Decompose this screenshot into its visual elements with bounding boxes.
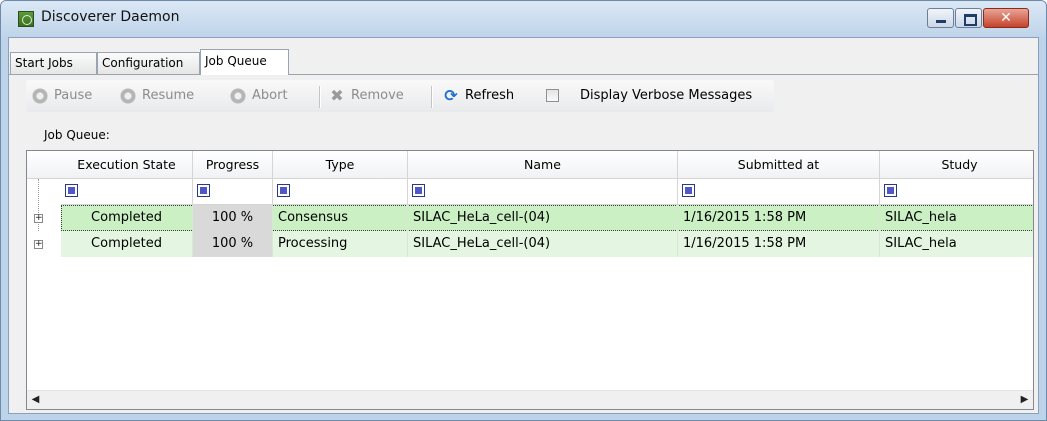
toolbar-separator: [319, 86, 321, 108]
window-title: Discoverer Daemon: [41, 9, 180, 25]
abort-label: Abort: [252, 88, 288, 103]
pause-button[interactable]: Pause: [32, 80, 92, 112]
remove-button[interactable]: ✖ Remove: [329, 80, 404, 112]
tab-strip-border: [9, 74, 1038, 75]
refresh-label: Refresh: [465, 88, 515, 103]
horizontal-scrollbar[interactable]: ◀ ▶: [27, 390, 1033, 409]
filter-icon[interactable]: [197, 184, 210, 197]
verbose-checkbox[interactable]: [546, 89, 559, 102]
toolbar: Pause Resume Abort ✖ Remove ⟳ Refresh Disp…: [26, 80, 774, 112]
cell-submitted-at: 1/16/2015 1:58 PM: [678, 205, 880, 231]
arrow-right-icon[interactable]: ▶: [1016, 391, 1033, 408]
client-area: Start Jobs Configuration Job Queue Pause…: [8, 37, 1039, 414]
resume-label: Resume: [142, 88, 195, 103]
title-bar[interactable]: Discoverer Daemon ✕: [1, 1, 1046, 37]
tree-connector: [38, 179, 39, 231]
gear-icon: [32, 87, 48, 104]
filter-cell-submitted-at[interactable]: [678, 179, 880, 205]
cell-execution-state: Completed: [61, 231, 193, 257]
filter-icon[interactable]: [682, 184, 695, 197]
job-queue-grid[interactable]: Execution State Progress Type Name Submi…: [26, 150, 1034, 410]
cell-progress: 100 %: [193, 205, 273, 231]
app-icon: [18, 11, 34, 27]
expand-row-icon[interactable]: +: [34, 214, 43, 223]
cell-progress: 100 %: [193, 231, 273, 257]
job-queue-label: Job Queue:: [44, 128, 110, 142]
cell-study: SILAC_hela: [880, 205, 1033, 231]
filter-icon[interactable]: [277, 184, 290, 197]
filter-cell-name[interactable]: [408, 179, 678, 205]
filter-icon[interactable]: [412, 184, 425, 197]
refresh-icon: ⟳: [444, 85, 458, 105]
cell-name: SILAC_HeLa_cell-(04): [408, 205, 678, 231]
gear-icon: [230, 87, 246, 104]
maximize-button[interactable]: [955, 8, 982, 28]
cell-name: SILAC_HeLa_cell-(04): [408, 231, 678, 257]
expand-row-icon[interactable]: +: [34, 240, 43, 249]
cell-type: Consensus: [273, 205, 408, 231]
column-header-progress[interactable]: Progress: [193, 151, 273, 179]
table-row[interactable]: Completed 100 % Processing SILAC_HeLa_ce…: [61, 231, 1033, 257]
verbose-label[interactable]: Display Verbose Messages: [580, 80, 752, 112]
filter-icon[interactable]: [65, 184, 78, 197]
minimize-button[interactable]: [927, 8, 954, 28]
filter-icon[interactable]: [884, 184, 897, 197]
refresh-button[interactable]: ⟳ Refresh: [443, 80, 514, 112]
row-indicator-header: [27, 151, 61, 179]
cell-submitted-at: 1/16/2015 1:58 PM: [678, 231, 880, 257]
filter-cell-type[interactable]: [273, 179, 408, 205]
column-header-submitted-at[interactable]: Submitted at: [678, 151, 880, 179]
gear-icon: [120, 87, 136, 104]
x-icon: ✖: [330, 85, 344, 105]
tab-configuration[interactable]: Configuration: [97, 52, 200, 74]
close-button[interactable]: ✕: [983, 8, 1029, 28]
tab-start-jobs[interactable]: Start Jobs: [10, 52, 97, 74]
column-header-type[interactable]: Type: [273, 151, 408, 179]
close-icon: ✕: [1000, 10, 1012, 26]
filter-cell-execution-state[interactable]: [61, 179, 193, 205]
tab-job-queue[interactable]: Job Queue: [200, 49, 289, 75]
column-header-study[interactable]: Study: [880, 151, 1033, 179]
discoverer-daemon-window: Discoverer Daemon ✕ Start Jobs Configura…: [0, 0, 1047, 421]
pause-label: Pause: [54, 88, 93, 103]
resume-button[interactable]: Resume: [120, 80, 194, 112]
table-row[interactable]: Completed 100 % Consensus SILAC_HeLa_cel…: [61, 205, 1033, 231]
arrow-left-icon[interactable]: ◀: [27, 391, 44, 408]
remove-label: Remove: [351, 88, 404, 103]
cell-study: SILAC_hela: [880, 231, 1033, 257]
cell-execution-state: Completed: [61, 205, 193, 231]
column-header-execution-state[interactable]: Execution State: [61, 151, 193, 179]
toolbar-separator: [431, 86, 433, 108]
filter-cell-study[interactable]: [880, 179, 1033, 205]
column-header-name[interactable]: Name: [408, 151, 678, 179]
cell-type: Processing: [273, 231, 408, 257]
abort-button[interactable]: Abort: [230, 80, 288, 112]
filter-cell-progress[interactable]: [193, 179, 273, 205]
